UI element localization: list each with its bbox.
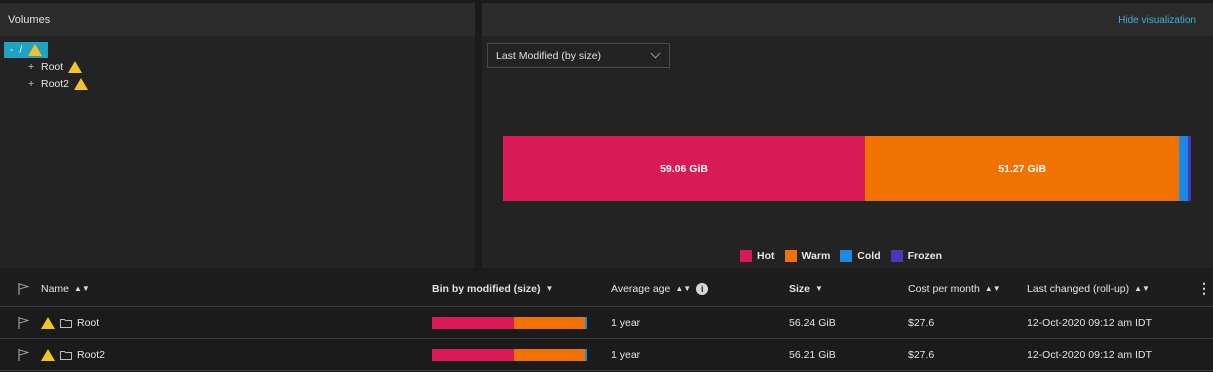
last-changed-cell: 12-Oct-2020 09:12 am IDT	[1027, 316, 1152, 329]
header-flag-icon	[18, 271, 29, 306]
sort-desc-icon: ▼	[545, 284, 554, 293]
tree-item-label: Root2	[41, 78, 70, 90]
sort-icon: ▲▼	[74, 284, 90, 293]
minibar-segment-hot	[432, 348, 515, 361]
warning-icon	[28, 44, 43, 56]
folder-icon	[60, 318, 72, 328]
column-size-label: Size	[789, 282, 811, 295]
chevron-down-icon	[650, 48, 661, 59]
minibar-segment-cold	[585, 316, 587, 329]
sort-desc-icon: ▼	[815, 284, 823, 293]
legend-item-frozen[interactable]: Frozen	[890, 250, 943, 262]
column-bin[interactable]: Bin by modified (size) ▼	[432, 271, 553, 306]
row-name[interactable]: Root2	[77, 349, 105, 361]
cost-cell: $27.6	[908, 348, 935, 361]
visualization-panel: Hide visualization Last Modified (by siz…	[482, 3, 1213, 268]
minibar-segment-warm	[514, 348, 586, 361]
folder-icon	[60, 350, 72, 360]
column-name[interactable]: Name ▲▼	[41, 271, 90, 306]
bin-cell	[432, 307, 587, 338]
last-changed-cell: 12-Oct-2020 09:12 am IDT	[1027, 348, 1152, 361]
legend-label: Frozen	[907, 250, 943, 262]
hide-visualization-link[interactable]: Hide visualization	[1118, 15, 1196, 26]
flag-icon[interactable]	[18, 307, 29, 338]
more-options-icon[interactable]: ⋮	[1197, 271, 1211, 306]
expand-icon[interactable]: +	[28, 78, 36, 90]
sort-icon: ▲▼	[675, 284, 692, 293]
bar-segment-label: 51.27 GiB	[998, 162, 1047, 175]
warning-icon	[41, 316, 55, 329]
legend-label: Cold	[857, 250, 881, 262]
column-name-label: Name	[41, 282, 70, 295]
warning-icon	[68, 61, 83, 73]
bin-minibar	[432, 348, 587, 361]
volumes-table: Name ▲▼ Bin by modified (size) ▼ Average…	[0, 271, 1213, 371]
column-last-changed-label: Last changed (roll-up)	[1027, 282, 1130, 295]
legend-label: Warm	[801, 250, 831, 262]
bar-segment-hot[interactable]: 59.06 GiB	[503, 136, 866, 201]
visualization-header: Hide visualization	[482, 3, 1213, 36]
column-last-changed[interactable]: Last changed (roll-up) ▲▼	[1027, 271, 1150, 306]
legend-swatch	[784, 250, 797, 262]
tree-item-root[interactable]: + Root	[0, 59, 475, 75]
column-bin-label: Bin by modified (size)	[432, 282, 541, 295]
column-size[interactable]: Size ▼	[789, 271, 823, 306]
chart-legend: Hot Warm Cold Frozen	[740, 250, 942, 262]
sort-icon: ▲▼	[1134, 284, 1150, 293]
collapse-icon: -	[10, 44, 14, 56]
legend-item-hot[interactable]: Hot	[740, 250, 775, 262]
row-name[interactable]: Root	[77, 317, 99, 329]
table-header: Name ▲▼ Bin by modified (size) ▼ Average…	[0, 271, 1213, 307]
minibar-segment-cold	[585, 348, 587, 361]
stacked-bar-chart: 59.06 GiB 51.27 GiB	[503, 136, 1191, 201]
column-average-age[interactable]: Average age ▲▼ i	[611, 271, 709, 306]
minibar-segment-hot	[432, 316, 515, 329]
bin-cell	[432, 339, 587, 370]
column-average-age-label: Average age	[611, 282, 671, 295]
bar-segment-warm[interactable]: 51.27 GiB	[865, 136, 1180, 201]
name-cell: Root2	[41, 339, 105, 370]
tree-item-root2[interactable]: + Root2	[0, 76, 475, 92]
visualization-select[interactable]: Last Modified (by size)	[487, 43, 670, 68]
legend-label: Hot	[757, 250, 775, 262]
info-icon[interactable]: i	[696, 282, 709, 295]
size-cell: 56.21 GiB	[789, 348, 836, 361]
legend-swatch	[890, 250, 903, 262]
legend-item-cold[interactable]: Cold	[840, 250, 881, 262]
tree-root-label: /	[19, 44, 23, 56]
bar-segment-cold[interactable]	[1179, 136, 1188, 201]
table-row[interactable]: Root2 1 year 56.21 GiB $27.6 12-Oct-2020…	[0, 339, 1213, 371]
column-cost-label: Cost per month	[908, 282, 980, 295]
column-cost[interactable]: Cost per month ▲▼	[908, 271, 1001, 306]
warning-icon	[41, 348, 55, 361]
average-age-cell: 1 year	[611, 348, 641, 361]
select-value: Last Modified (by size)	[496, 50, 602, 62]
volume-tree: - / + Root + Root2	[0, 36, 475, 92]
legend-item-warm[interactable]: Warm	[784, 250, 831, 262]
cost-cell: $27.6	[908, 316, 935, 329]
name-cell: Root	[41, 307, 99, 338]
warning-icon	[74, 78, 89, 90]
legend-swatch	[740, 250, 752, 262]
tree-item-label: Root	[41, 61, 64, 73]
expand-icon[interactable]: +	[28, 61, 36, 73]
sort-icon: ▲▼	[984, 284, 1001, 293]
legend-swatch	[840, 250, 853, 262]
bar-segment-frozen[interactable]	[1187, 136, 1191, 201]
size-cell: 56.24 GiB	[789, 316, 836, 329]
volumes-title: Volumes	[0, 3, 475, 36]
minibar-segment-warm	[514, 316, 586, 329]
tree-root-node[interactable]: - /	[4, 42, 49, 58]
flag-icon[interactable]	[18, 339, 29, 370]
average-age-cell: 1 year	[611, 316, 641, 329]
volumes-panel: Volumes - / + Root + Root2	[0, 3, 475, 268]
table-row[interactable]: Root 1 year 56.24 GiB $27.6 12-Oct-2020 …	[0, 307, 1213, 339]
bin-minibar	[432, 316, 587, 329]
bar-segment-label: 59.06 GiB	[660, 162, 708, 175]
